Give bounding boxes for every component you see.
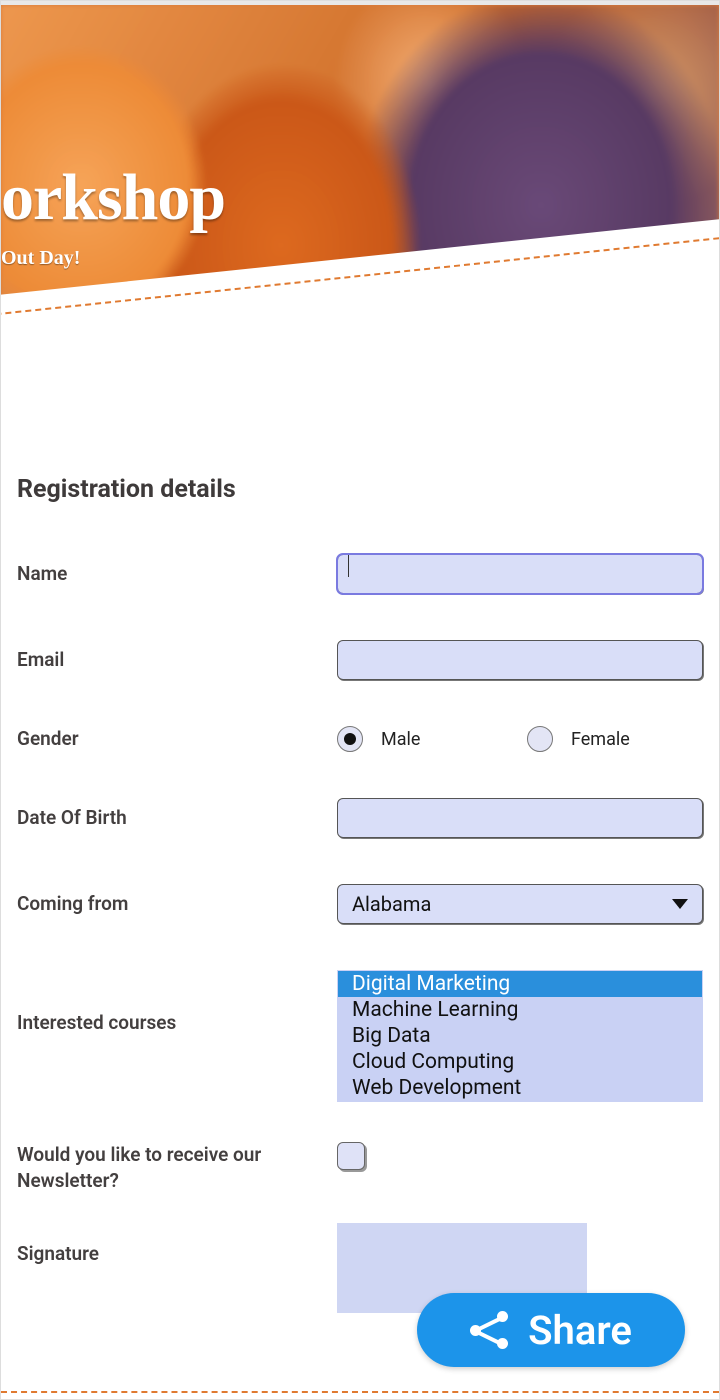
field-row-gender: Gender Male Female xyxy=(17,726,703,752)
form-content: Registration details Name Email Gender M… xyxy=(1,425,719,1313)
coming-from-select[interactable]: Alabama xyxy=(337,884,703,924)
newsletter-checkbox[interactable] xyxy=(337,1142,365,1170)
coming-from-selected-text: Alabama xyxy=(352,892,431,916)
coming-from-label: Coming from xyxy=(17,891,337,917)
courses-label: Interested courses xyxy=(17,970,337,1036)
share-button[interactable]: Share xyxy=(417,1293,685,1367)
field-row-name: Name xyxy=(17,554,703,594)
radio-label-male: Male xyxy=(381,729,420,750)
course-option[interactable]: Big Data xyxy=(338,1023,702,1049)
course-option[interactable]: Cloud Computing xyxy=(338,1049,702,1075)
gender-option-female[interactable]: Female xyxy=(527,726,717,752)
dob-input[interactable] xyxy=(337,798,703,838)
courses-listbox[interactable]: Digital Marketing Machine Learning Big D… xyxy=(337,970,703,1102)
name-label: Name xyxy=(17,561,337,587)
field-row-email: Email xyxy=(17,640,703,680)
field-row-dob: Date Of Birth xyxy=(17,798,703,838)
section-title: Registration details xyxy=(17,475,703,504)
hero-subtitle: Out Day! xyxy=(1,247,80,270)
course-option[interactable]: Web Development xyxy=(338,1075,702,1101)
share-button-label: Share xyxy=(528,1307,632,1354)
radio-icon xyxy=(527,726,553,752)
gender-label: Gender xyxy=(17,726,337,752)
email-label: Email xyxy=(17,647,337,673)
name-input[interactable] xyxy=(337,554,703,594)
field-row-coming-from: Coming from Alabama xyxy=(17,884,703,924)
hero-banner: orkshop Out Day! xyxy=(1,5,719,405)
field-row-courses: Interested courses Digital Marketing Mac… xyxy=(17,970,703,1102)
course-option[interactable]: Machine Learning xyxy=(338,997,702,1023)
hero-title: orkshop xyxy=(1,160,225,236)
radio-label-female: Female xyxy=(571,729,630,750)
gender-option-male[interactable]: Male xyxy=(337,726,527,752)
radio-icon xyxy=(337,726,363,752)
newsletter-label: Would you like to receive our Newsletter… xyxy=(17,1142,337,1193)
bottom-divider xyxy=(1,1391,719,1393)
field-row-newsletter: Would you like to receive our Newsletter… xyxy=(17,1142,703,1193)
chevron-down-icon xyxy=(672,899,688,909)
share-icon xyxy=(470,1311,508,1349)
course-option[interactable]: Digital Marketing xyxy=(338,971,702,997)
email-input[interactable] xyxy=(337,640,703,680)
dob-label: Date Of Birth xyxy=(17,805,337,831)
signature-label: Signature xyxy=(17,1223,337,1267)
